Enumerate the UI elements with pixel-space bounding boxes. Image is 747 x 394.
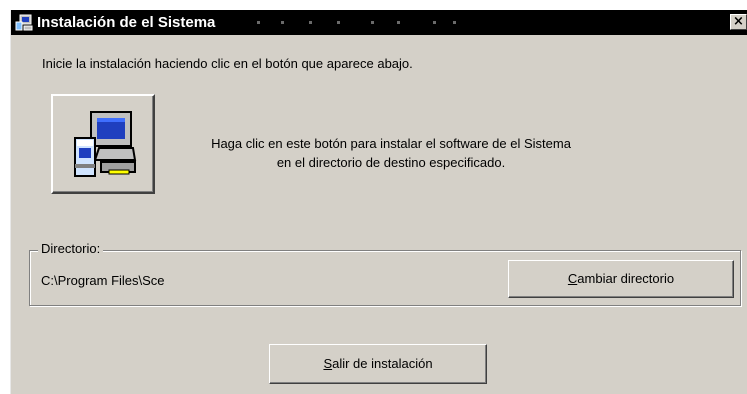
exit-setup-button[interactable]: Salir de instalación [269, 344, 487, 384]
install-description-line2: en el directorio de destino especificado… [276, 155, 506, 170]
change-directory-label: ambiar directorio [577, 271, 675, 286]
directory-label: Directorio: [38, 241, 104, 256]
change-directory-mnemonic: C [567, 271, 578, 286]
exit-setup-label: alir de instalación [332, 356, 433, 371]
setup-computer-icon [74, 111, 137, 177]
directory-path: C:\Program Files\Sce [41, 273, 165, 288]
window-title: Instalación de el Sistema [37, 14, 216, 31]
title-bar-artifact [257, 21, 456, 24]
title-bar[interactable]: Instalación de el Sistema × [11, 10, 747, 35]
setup-app-icon [15, 14, 33, 31]
install-description-line1: Haga clic en este botón para instalar el… [211, 136, 571, 151]
install-button[interactable] [51, 94, 155, 194]
change-directory-button[interactable]: Cambiar directorio [508, 260, 734, 298]
install-description: Haga clic en este botón para instalar el… [161, 134, 621, 172]
setup-dialog: Instalación de el Sistema × Inicie la in… [10, 10, 747, 394]
exit-setup-mnemonic: S [323, 356, 333, 371]
close-icon[interactable]: × [730, 14, 747, 30]
intro-instruction: Inicie la instalación haciendo clic en e… [42, 56, 413, 71]
